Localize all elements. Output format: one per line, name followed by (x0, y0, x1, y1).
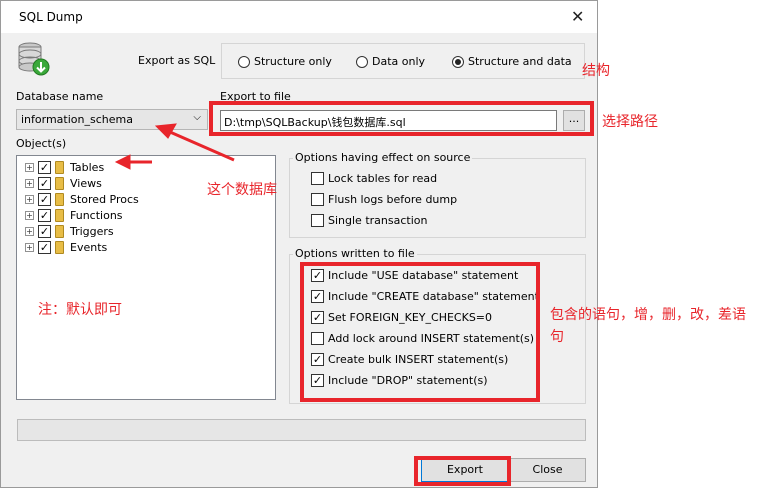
annotation-default-ok: 注：默认即可 (38, 302, 122, 318)
annotation-arrows (114, 123, 235, 170)
annotation-this-database: 这个数据库 (207, 182, 277, 198)
arrow-to-tables (114, 154, 152, 170)
annotation-statements-line1: 包含的语句，增，删，改，差语 (550, 307, 746, 323)
arrow-to-database-select (154, 123, 235, 162)
annotation-statements-line2: 句 (550, 329, 564, 345)
annotation-structure: 结构 (582, 63, 610, 79)
annotation-choose-path: 选择路径 (602, 114, 658, 130)
